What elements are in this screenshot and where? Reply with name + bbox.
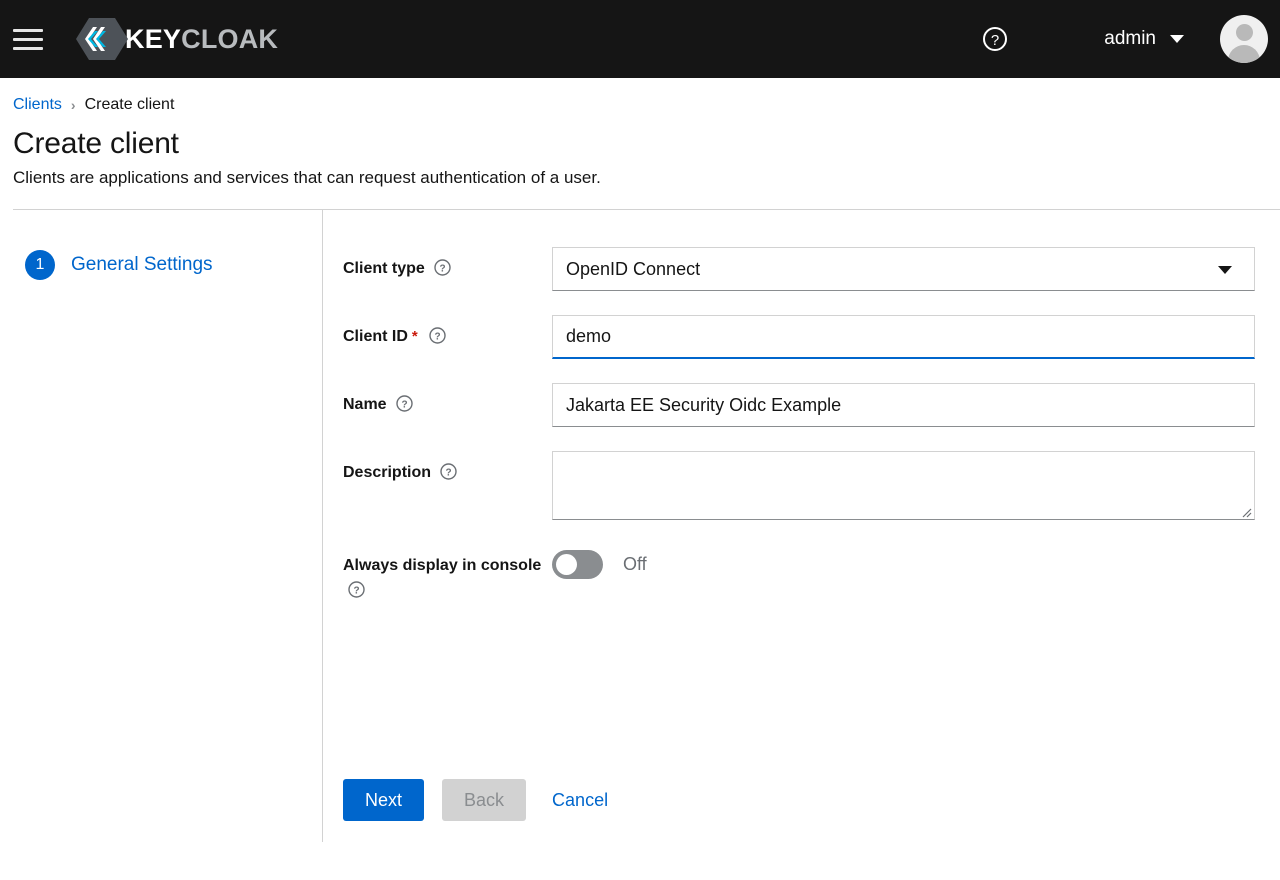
svg-text:?: ? [401, 400, 407, 411]
form-row-always-display: Always display in console ? Off [343, 544, 1255, 606]
wizard-step-label: General Settings [71, 254, 213, 275]
description-textarea[interactable] [552, 451, 1255, 520]
masthead-toolbar: ? admin [974, 15, 1280, 63]
client-id-label-group: Client ID * ? [343, 315, 552, 352]
always-display-label: Always display in console [343, 557, 542, 574]
avatar-body-shape [1228, 45, 1260, 63]
brand-wordmark: KEYCLOAK [125, 24, 278, 55]
always-display-control: Off [552, 544, 1255, 579]
wizard-step-general-settings[interactable]: 1 General Settings [25, 250, 322, 280]
name-input[interactable] [552, 383, 1255, 427]
form-row-client-type: Client type ? OpenID Connect [343, 247, 1255, 291]
help-circle-icon[interactable]: ? [440, 463, 458, 488]
breadcrumb-item-clients[interactable]: Clients [13, 96, 62, 114]
hamburger-bar [13, 28, 43, 32]
user-dropdown[interactable]: admin [1104, 28, 1184, 50]
help-circle-icon[interactable]: ? [429, 327, 446, 352]
wizard-step-nav: 1 General Settings [0, 210, 323, 842]
description-textarea-wrap [552, 451, 1255, 520]
always-display-toggle-group: Off [552, 544, 1255, 579]
chevron-down-icon [1170, 35, 1184, 43]
name-control [552, 383, 1255, 427]
form-row-name: Name ? [343, 383, 1255, 427]
brand-word-key: KEY [125, 23, 182, 54]
masthead: KEYCLOAK ? admin [0, 0, 1280, 78]
wizard-footer: Next Back Cancel [343, 779, 616, 821]
help-circle-icon[interactable]: ? [974, 18, 1016, 60]
help-circle-icon[interactable]: ? [348, 581, 365, 606]
svg-text:?: ? [353, 586, 359, 597]
hamburger-icon[interactable] [5, 16, 51, 62]
always-display-toggle[interactable] [552, 550, 603, 579]
user-name-label: admin [1104, 28, 1156, 49]
back-button[interactable]: Back [442, 779, 527, 821]
client-type-selected-value: OpenID Connect [566, 258, 701, 279]
keycloak-brand-logo[interactable]: KEYCLOAK [76, 13, 278, 65]
brand-word-cloak: CLOAK [181, 23, 279, 54]
hamburger-bar [13, 46, 43, 50]
toggle-knob [556, 554, 577, 575]
form-row-client-id: Client ID * ? [343, 315, 1255, 359]
cancel-button[interactable]: Cancel [544, 779, 616, 821]
svg-text:?: ? [435, 332, 441, 343]
next-button[interactable]: Next [343, 779, 425, 821]
breadcrumb: Clients › Create client [13, 96, 1280, 114]
name-label: Name [343, 396, 387, 413]
keycloak-logo-icon [76, 13, 128, 65]
client-type-label-group: Client type ? [343, 247, 552, 284]
wizard-content: Client type ? OpenID Connect Client ID* [323, 210, 1280, 842]
description-label-group: Description ? [343, 451, 552, 488]
page-subtitle: Clients are applications and services th… [13, 168, 601, 187]
create-client-wizard: 1 General Settings Client type ? OpenID … [0, 210, 1280, 842]
form-row-description: Description ? [343, 451, 1255, 520]
client-type-select[interactable]: OpenID Connect [552, 247, 1255, 291]
help-circle-icon[interactable]: ? [434, 259, 451, 284]
hamburger-bar [13, 37, 43, 41]
help-circle-icon[interactable]: ? [396, 395, 413, 420]
avatar-head-shape [1235, 24, 1253, 41]
caret-down-icon [1218, 266, 1232, 274]
required-marker: * [411, 328, 418, 345]
user-avatar[interactable] [1220, 15, 1268, 63]
client-type-control: OpenID Connect [552, 247, 1255, 291]
client-id-control [552, 315, 1255, 359]
name-label-group: Name ? [343, 383, 552, 420]
breadcrumb-item-current: Create client [84, 96, 175, 113]
svg-text:?: ? [440, 264, 446, 275]
svg-text:?: ? [991, 32, 999, 49]
client-id-label: Client ID [343, 328, 408, 345]
always-display-state-label: Off [623, 554, 647, 574]
description-control [552, 451, 1255, 520]
page-title: Create client [13, 127, 179, 160]
wizard-step-number: 1 [25, 250, 55, 280]
client-type-label: Client type [343, 260, 425, 277]
description-label: Description [343, 464, 432, 481]
page-header: Clients › Create client Create client Cl… [0, 78, 1280, 210]
always-display-label-group: Always display in console ? [343, 544, 552, 606]
svg-text:?: ? [446, 468, 452, 479]
client-id-input[interactable] [552, 315, 1255, 359]
chevron-right-icon: › [70, 97, 76, 113]
